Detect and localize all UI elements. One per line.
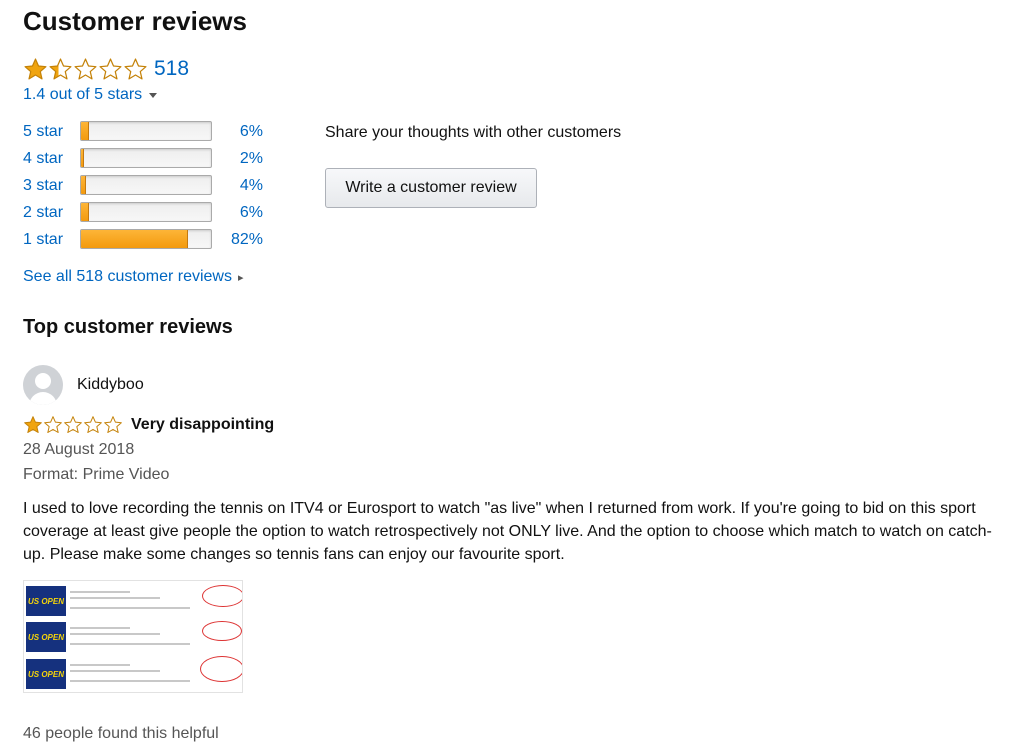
chevron-right-icon: ▸: [237, 271, 244, 284]
total-ratings-link[interactable]: 518: [154, 57, 189, 81]
histogram-row-5-star[interactable]: 5 star 6%: [23, 119, 263, 146]
histogram-label[interactable]: 1 star: [23, 231, 63, 249]
histogram-label[interactable]: 4 star: [23, 150, 63, 168]
red-circle-annotation: [202, 585, 242, 607]
thumbnail-text-line: [70, 627, 130, 629]
thumbnail-text-line: [70, 643, 190, 645]
histogram-percent[interactable]: 82%: [231, 231, 263, 249]
avatar-head: [35, 373, 51, 389]
average-rating-text: 1.4 out of 5 stars: [23, 86, 143, 103]
star-icon: [49, 57, 72, 79]
thumbnail-text-line: [70, 591, 130, 593]
histogram-bar[interactable]: [80, 202, 212, 222]
thumbnail-text-line: [70, 597, 160, 599]
histogram-row-2-star[interactable]: 2 star 6%: [23, 200, 263, 227]
star-icon: [24, 57, 47, 79]
histogram-bar[interactable]: [80, 148, 212, 168]
star-icon: [124, 57, 147, 79]
us-open-badge: US OPEN: [26, 622, 66, 652]
histogram-bar[interactable]: [80, 229, 212, 249]
avatar-body: [29, 392, 57, 405]
us-open-badge: US OPEN: [26, 659, 66, 689]
see-all-reviews-label: See all 518 customer reviews: [23, 268, 232, 285]
histogram-fill: [81, 176, 87, 194]
star-icon: [74, 57, 97, 79]
star-icon: [84, 416, 102, 433]
star-icon: [104, 416, 122, 433]
histogram-percent[interactable]: 2%: [240, 150, 263, 168]
reviewer-name[interactable]: Kiddyboo: [77, 376, 144, 394]
thumbnail-text-line: [70, 664, 130, 666]
thumbnail-text-line: [70, 680, 190, 682]
write-review-button[interactable]: Write a customer review: [325, 168, 537, 208]
review-header: Very disappointing: [23, 415, 274, 435]
star-icon: [44, 416, 62, 433]
red-circle-annotation: [202, 621, 242, 641]
histogram-label[interactable]: 3 star: [23, 177, 63, 195]
thumbnail-row: US OPEN: [24, 656, 242, 690]
histogram-percent[interactable]: 4%: [240, 177, 263, 195]
thumbnail-row: US OPEN: [24, 583, 242, 617]
star-icon: [24, 416, 42, 433]
histogram-bar[interactable]: [80, 175, 212, 195]
review-rating-stars[interactable]: [23, 415, 123, 435]
share-thoughts-prompt: Share your thoughts with other customers: [325, 124, 622, 141]
review-body: I used to love recording the tennis on I…: [23, 500, 992, 563]
average-rating-stars[interactable]: [23, 57, 148, 82]
histogram-row-3-star[interactable]: 3 star 4%: [23, 173, 263, 200]
rating-summary: 518: [23, 56, 189, 82]
histogram-row-1-star[interactable]: 1 star 82%: [23, 227, 263, 254]
review-date: 28 August 2018: [23, 441, 135, 458]
star-icon: [64, 416, 82, 433]
histogram-percent[interactable]: 6%: [240, 123, 263, 141]
review-title[interactable]: Very disappointing: [131, 416, 274, 434]
thumbnail-row: US OPEN: [24, 619, 242, 653]
rating-histogram: 5 star 6% 4 star 2% 3 star 4% 2 star 6% …: [23, 119, 263, 254]
average-rating-popover[interactable]: 1.4 out of 5 stars: [23, 86, 158, 104]
review-format: Format: Prime Video: [23, 466, 170, 483]
thumbnail-text-line: [70, 633, 160, 635]
helpful-count: 46 people found this helpful: [23, 725, 219, 742]
histogram-fill: [81, 203, 89, 221]
histogram-fill: [81, 149, 84, 167]
reviewer-profile[interactable]: Kiddyboo: [23, 365, 144, 405]
top-reviews-heading: Top customer reviews: [23, 316, 233, 338]
caret-down-icon: [149, 92, 158, 98]
customer-reviews-heading: Customer reviews: [23, 6, 247, 36]
histogram-fill: [81, 230, 188, 248]
us-open-badge: US OPEN: [26, 586, 66, 616]
histogram-label[interactable]: 5 star: [23, 123, 63, 141]
histogram-bar[interactable]: [80, 121, 212, 141]
review-image-thumbnail[interactable]: US OPEN US OPEN US OPEN: [23, 580, 243, 693]
histogram-label[interactable]: 2 star: [23, 204, 63, 222]
histogram-fill: [81, 122, 89, 140]
avatar: [23, 365, 63, 405]
histogram-percent[interactable]: 6%: [240, 204, 263, 222]
red-circle-annotation: [200, 656, 242, 682]
thumbnail-text-line: [70, 670, 160, 672]
see-all-reviews-link[interactable]: See all 518 customer reviews ▸: [23, 268, 244, 286]
thumbnail-text-line: [70, 607, 190, 609]
star-icon: [99, 57, 122, 79]
histogram-row-4-star[interactable]: 4 star 2%: [23, 146, 263, 173]
